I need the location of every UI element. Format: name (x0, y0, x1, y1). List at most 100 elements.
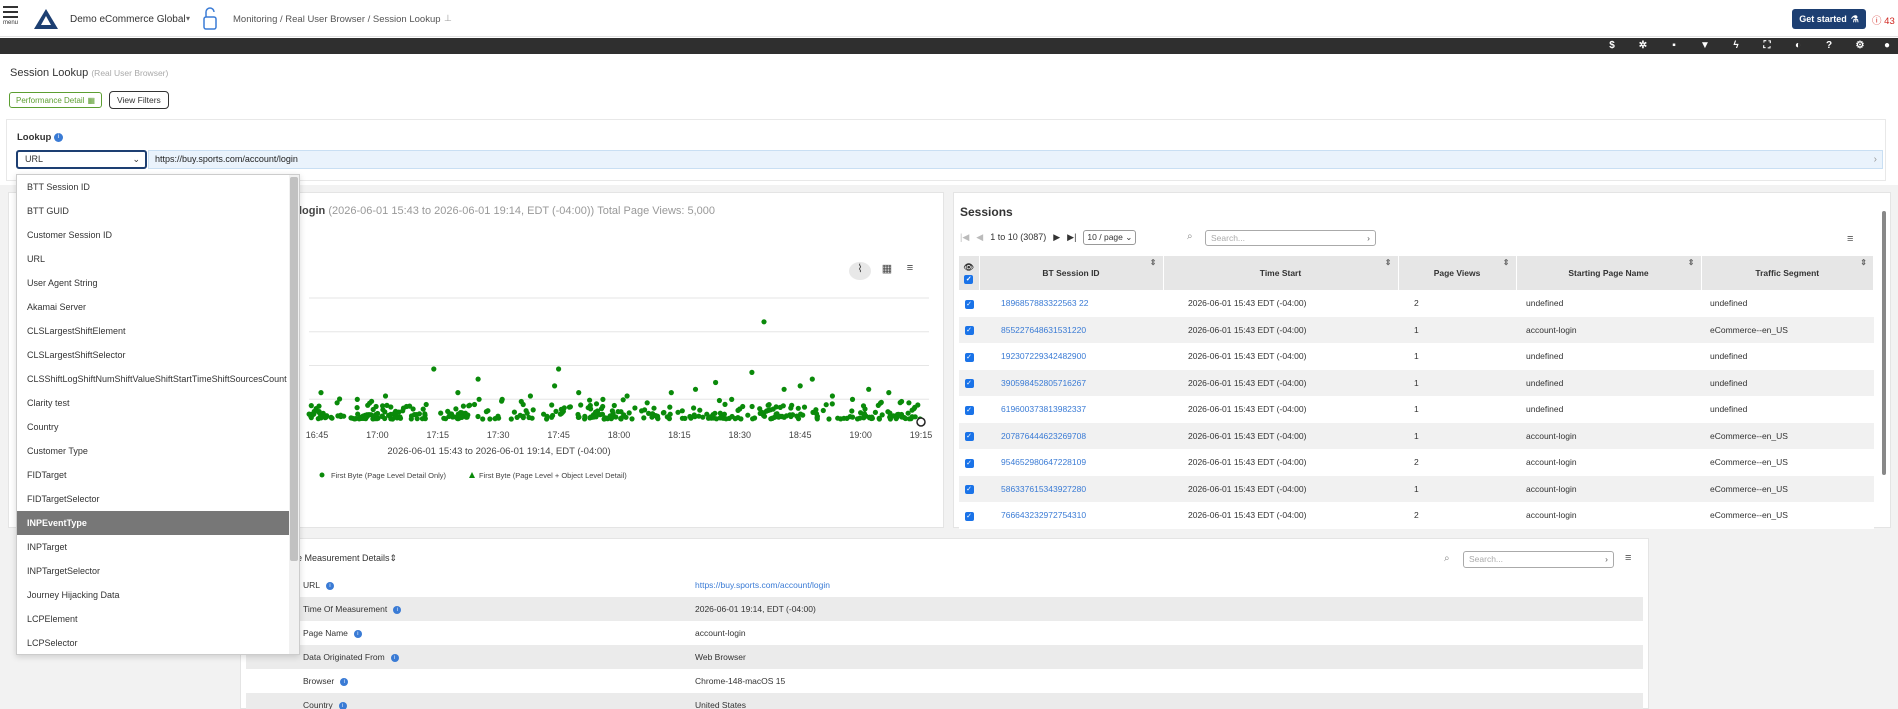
data-point[interactable] (475, 413, 481, 420)
org-name[interactable]: Demo eCommerce Global (70, 14, 186, 25)
row-checkbox-cell[interactable]: ✓ (959, 449, 979, 476)
data-point[interactable] (511, 409, 517, 415)
row-checkbox[interactable]: ✓ (964, 326, 974, 336)
data-point[interactable] (629, 416, 635, 422)
data-point[interactable] (593, 409, 599, 415)
session-id-link[interactable]: 855227648631531220 (979, 316, 1163, 344)
next-page-icon[interactable]: ▶ (1053, 232, 1060, 243)
dropdown-option[interactable]: Customer Type (17, 439, 299, 463)
data-point[interactable] (886, 390, 892, 396)
data-point[interactable] (407, 403, 413, 409)
row-checkbox-cell[interactable]: ✓ (959, 475, 979, 503)
table-row[interactable]: ✓ 192307229342482900 2026-06-01 15:43 EDT … (959, 343, 1874, 370)
data-point[interactable] (593, 401, 600, 407)
data-point[interactable] (496, 415, 502, 421)
data-point[interactable] (354, 405, 360, 411)
scrollbar[interactable] (1881, 203, 1887, 521)
sort-icon[interactable]: ⇕ (1503, 258, 1510, 267)
data-point[interactable] (520, 415, 526, 421)
data-point[interactable] (781, 386, 787, 392)
data-point[interactable] (653, 413, 659, 419)
data-point[interactable] (308, 403, 314, 409)
detail-value[interactable]: https://buy.sports.com/account/login (695, 580, 830, 590)
dropdown-option[interactable]: BTT GUID (17, 199, 299, 223)
legend-marker[interactable] (469, 472, 475, 478)
data-point[interactable] (780, 403, 786, 409)
data-point[interactable] (487, 416, 493, 422)
dropdown-option[interactable]: INPEventType (17, 511, 299, 535)
data-point[interactable] (623, 414, 629, 420)
row-checkbox[interactable]: ✓ (964, 299, 974, 309)
data-point[interactable] (632, 405, 638, 411)
dropdown-option[interactable]: INPTarget (17, 535, 299, 559)
data-point[interactable] (316, 409, 322, 415)
data-point[interactable] (906, 416, 913, 422)
row-checkbox[interactable]: ✓ (964, 458, 974, 468)
data-point[interactable] (795, 416, 802, 422)
data-point[interactable] (354, 396, 360, 402)
view-filters-button[interactable]: View Filters (109, 91, 169, 109)
gear-icon[interactable]: ⚙ (1853, 39, 1867, 53)
dropdown-option[interactable]: Journey Hijacking Data (17, 583, 299, 607)
data-point[interactable] (798, 411, 804, 417)
data-point[interactable] (692, 386, 699, 392)
data-point[interactable] (849, 408, 855, 414)
data-point[interactable] (420, 406, 426, 412)
unlock-icon[interactable] (203, 7, 217, 31)
details-search-input[interactable]: Search... › (1463, 551, 1614, 568)
data-point[interactable] (897, 400, 903, 406)
lookup-type-select[interactable]: URL ⌄ (16, 150, 147, 169)
row-checkbox[interactable]: ✓ (964, 485, 974, 495)
data-point[interactable] (712, 410, 718, 416)
data-point[interactable] (732, 416, 738, 422)
data-point[interactable] (382, 415, 388, 422)
data-point[interactable] (329, 415, 335, 421)
data-point[interactable] (400, 408, 406, 414)
data-point[interactable] (582, 413, 588, 419)
data-point[interactable] (667, 411, 673, 417)
data-point[interactable] (438, 410, 444, 416)
data-point[interactable] (697, 407, 703, 413)
lookup-value-input[interactable]: https://buy.sports.com/account/login › (148, 150, 1883, 169)
column-header[interactable]: Time Start ⇕ (1163, 256, 1399, 290)
data-point[interactable] (795, 405, 801, 411)
data-point[interactable] (460, 403, 466, 409)
dropdown-option[interactable]: BTT Session ID (17, 175, 299, 199)
data-point[interactable] (591, 414, 597, 420)
data-point[interactable] (862, 406, 868, 412)
data-point[interactable] (465, 412, 471, 418)
data-point[interactable] (374, 416, 380, 422)
select-all-checkbox[interactable]: ✓ (964, 275, 974, 284)
menu-button[interactable]: menu (3, 6, 21, 32)
data-point[interactable] (820, 407, 826, 414)
data-point[interactable] (761, 413, 768, 419)
data-point[interactable] (431, 366, 437, 372)
sessions-search-input[interactable]: Search... › (1205, 230, 1376, 246)
row-checkbox[interactable]: ✓ (964, 379, 974, 389)
data-point[interactable] (866, 415, 873, 421)
data-point[interactable] (626, 410, 632, 416)
data-point[interactable] (576, 390, 582, 396)
data-point[interactable] (527, 393, 534, 399)
table-row[interactable]: ✓ 1896857883322563 22 2026-06-01 15:43 EDT… (959, 290, 1874, 317)
data-point[interactable] (729, 396, 735, 402)
data-point[interactable] (769, 415, 775, 421)
data-point[interactable] (641, 415, 647, 421)
data-point[interactable] (471, 401, 478, 408)
row-checkbox-cell[interactable]: ✓ (959, 316, 979, 344)
data-point[interactable] (318, 390, 324, 396)
contrast-icon[interactable]: ◐ (1791, 39, 1805, 53)
data-point[interactable] (745, 412, 751, 418)
data-point[interactable] (644, 400, 650, 406)
eye-icon[interactable]: 👁 (963, 262, 974, 272)
data-point[interactable] (387, 413, 393, 419)
data-point[interactable] (691, 405, 697, 411)
prev-page-icon[interactable]: ◀ (976, 232, 983, 243)
data-point[interactable] (334, 400, 340, 406)
comment-icon[interactable]: ▪ (1667, 39, 1681, 53)
data-point[interactable] (441, 415, 447, 421)
data-point[interactable] (455, 390, 461, 396)
bolt-icon[interactable]: ϟ (1729, 39, 1743, 53)
data-point[interactable] (826, 416, 832, 422)
table-row[interactable]: ✓ 954652980647228109 2026-06-01 15:43 EDT … (959, 449, 1874, 476)
